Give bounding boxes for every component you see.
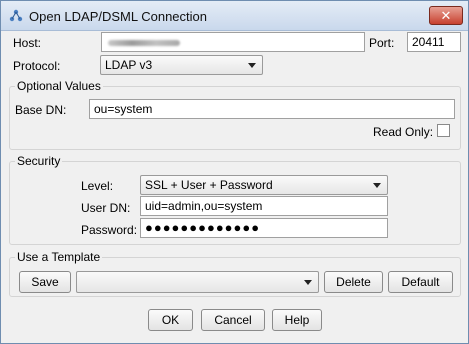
save-template-button[interactable]: Save bbox=[19, 271, 71, 293]
delete-template-button[interactable]: Delete bbox=[324, 271, 383, 293]
level-label: Level: bbox=[81, 179, 114, 193]
ok-button[interactable]: OK bbox=[148, 309, 193, 331]
user-dn-input[interactable]: uid=admin,ou=system bbox=[140, 196, 388, 216]
host-label: Host: bbox=[13, 36, 42, 50]
security-title: Security bbox=[15, 154, 63, 168]
password-label: Password: bbox=[81, 223, 138, 237]
read-only-checkbox[interactable] bbox=[437, 124, 450, 137]
security-level-value: SSL + User + Password bbox=[145, 178, 273, 192]
protocol-value: LDAP v3 bbox=[105, 58, 153, 72]
chevron-down-icon bbox=[373, 183, 381, 188]
template-title: Use a Template bbox=[15, 250, 103, 264]
cancel-button[interactable]: Cancel bbox=[201, 309, 265, 331]
ldap-connection-icon bbox=[9, 9, 23, 22]
dialog-content: Host: Port: 20411 Protocol: LDAP v3 Opti… bbox=[7, 31, 464, 337]
security-level-select[interactable]: SSL + User + Password bbox=[140, 175, 388, 195]
help-button[interactable]: Help bbox=[272, 309, 322, 331]
protocol-label: Protocol: bbox=[13, 59, 61, 73]
default-template-button[interactable]: Default bbox=[388, 271, 453, 293]
port-label: Port: bbox=[369, 36, 395, 50]
close-button[interactable]: ✕ bbox=[429, 6, 463, 25]
base-dn-input[interactable]: ou=system bbox=[89, 99, 455, 119]
chevron-down-icon bbox=[304, 280, 312, 285]
password-input[interactable]: ●●●●●●●●●●●●● bbox=[140, 218, 388, 238]
dialog-window: Open LDAP/DSML Connection ✕ Host: Port: … bbox=[0, 0, 469, 344]
host-value-redacted bbox=[108, 40, 180, 46]
read-only-label: Read Only: bbox=[373, 125, 434, 139]
window-title: Open LDAP/DSML Connection bbox=[29, 9, 208, 24]
port-input[interactable]: 20411 bbox=[407, 32, 461, 52]
host-input[interactable] bbox=[101, 32, 365, 52]
template-select[interactable] bbox=[76, 271, 319, 293]
chevron-down-icon bbox=[248, 63, 256, 68]
title-bar[interactable]: Open LDAP/DSML Connection ✕ bbox=[1, 1, 468, 31]
optional-values-title: Optional Values bbox=[15, 79, 103, 93]
protocol-select[interactable]: LDAP v3 bbox=[100, 55, 263, 75]
close-icon: ✕ bbox=[440, 8, 452, 23]
base-dn-label: Base DN: bbox=[15, 103, 67, 117]
user-dn-label: User DN: bbox=[81, 201, 131, 215]
